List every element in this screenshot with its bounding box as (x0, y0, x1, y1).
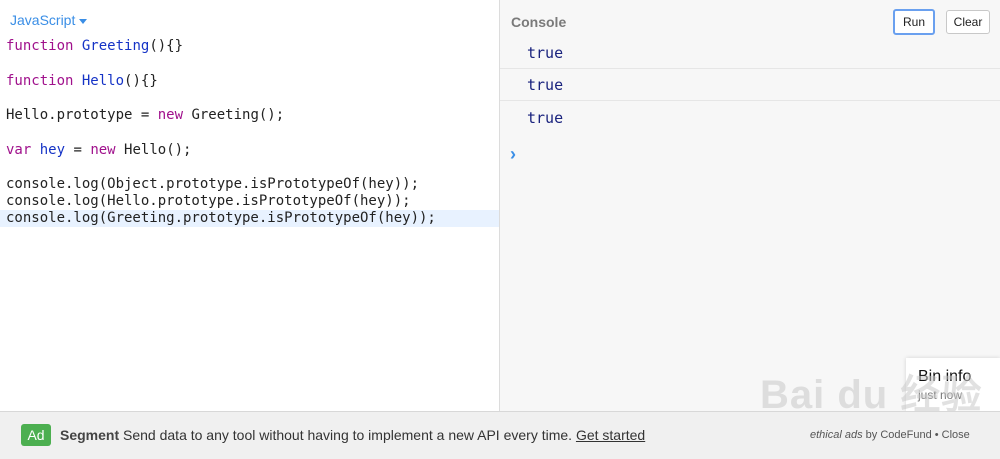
code-line[interactable]: Hello.prototype = new Greeting(); (0, 107, 499, 124)
console-output-row: true (500, 36, 1000, 69)
bin-info-button[interactable]: Bin info just now (906, 358, 1000, 411)
code-token: function (6, 72, 74, 89)
code-token: console.log(Greeting.prototype.isPrototy… (6, 210, 436, 226)
code-token: (){} (124, 72, 158, 89)
code-token: Hello (81, 72, 125, 89)
code-token: console.log(Hello.prototype.isPrototypeO… (6, 193, 411, 209)
console-prompt-icon[interactable]: › (510, 144, 516, 165)
code-token: Hello.prototype = (6, 107, 158, 123)
code-token: hey (39, 141, 66, 158)
ad-attribution-text[interactable]: by CodeFund • Close (863, 429, 970, 441)
code-line[interactable] (0, 159, 499, 177)
code-token: function (6, 38, 74, 54)
code-line[interactable]: console.log(Object.prototype.isPrototype… (0, 176, 499, 193)
console-title: Console (511, 14, 567, 30)
ethical-ads-link[interactable]: ethical ads (810, 429, 863, 441)
clear-button[interactable]: Clear (946, 10, 990, 34)
code-area[interactable]: function Greeting(){} function Hello(){} H… (0, 38, 499, 227)
console-panel: Console Run Clear true true true (500, 0, 1000, 411)
code-line[interactable]: var hey = new Hello(); (0, 142, 499, 159)
code-line[interactable] (0, 55, 499, 73)
code-token: Hello(); (115, 141, 192, 158)
code-line[interactable]: console.log(Greeting.prototype.isPrototy… (0, 210, 499, 227)
ad-badge: Ad (21, 424, 51, 446)
ad-get-started-link[interactable]: Get started (576, 427, 645, 443)
bin-info-title: Bin info (918, 368, 972, 385)
code-token: console.log(Object.prototype.isPrototype… (6, 176, 420, 192)
console-output-text: true (527, 109, 564, 127)
language-dropdown[interactable]: JavaScript (10, 12, 88, 28)
run-button[interactable]: Run (893, 9, 935, 35)
code-line[interactable] (0, 90, 499, 108)
ad-brand: Segment (60, 427, 120, 443)
code-token: new (90, 141, 116, 158)
code-token: var (6, 141, 32, 158)
console-output-text: true (527, 76, 564, 94)
ad-bar: Ad Segment Send data to any tool without… (0, 411, 1000, 459)
code-line[interactable] (0, 124, 499, 142)
code-line[interactable]: console.log(Hello.prototype.isPrototypeO… (0, 193, 499, 210)
code-line[interactable]: function Hello(){} (0, 73, 499, 90)
code-token: = (65, 141, 91, 158)
console-output-row: true (500, 68, 1000, 101)
code-token: (){} (149, 38, 184, 54)
code-line[interactable]: function Greeting(){} (0, 38, 499, 55)
console-output-row: true (500, 101, 1000, 133)
code-token: Greeting (81, 38, 150, 54)
language-label: JavaScript (10, 12, 76, 28)
ad-body: Send data to any tool without having to … (119, 427, 576, 443)
chevron-down-icon (79, 18, 88, 24)
console-output-text: true (527, 44, 564, 62)
ad-attribution: ethical ads by CodeFund • Close (810, 429, 970, 441)
ad-message: Segment Send data to any tool without ha… (60, 427, 645, 443)
code-token: new (157, 107, 184, 123)
code-editor-panel[interactable]: JavaScript function Greeting(){} function… (0, 0, 500, 411)
code-token: Greeting(); (183, 107, 285, 123)
bin-info-subtitle: just now (918, 388, 963, 402)
